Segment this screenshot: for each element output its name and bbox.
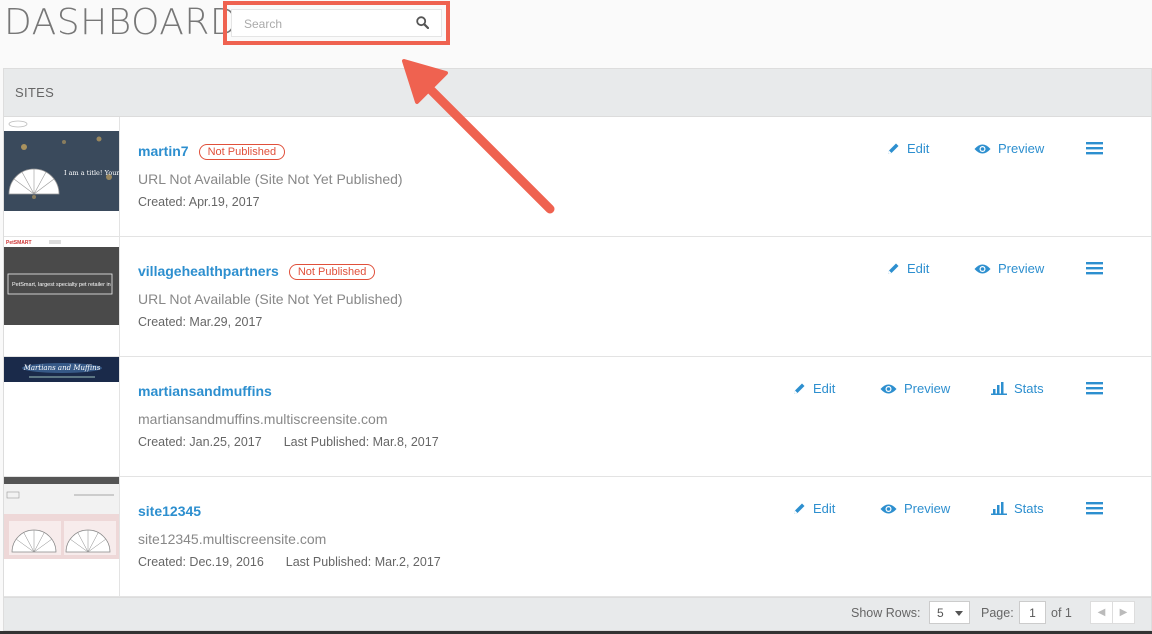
bar-chart-icon (991, 502, 1007, 515)
site-name-link[interactable]: martin7 Not Published (138, 143, 286, 160)
not-published-badge: Not Published (198, 144, 286, 160)
site-thumbnail[interactable] (4, 477, 120, 596)
site-row: Martians and Muffins martiansandmuffins … (4, 357, 1151, 477)
edit-label[interactable]: Edit (907, 141, 929, 156)
site-name[interactable]: martiansandmuffins (138, 383, 272, 399)
preview-label[interactable]: Preview (904, 381, 950, 396)
panel-title: SITES (4, 69, 1151, 117)
preview-label[interactable]: Preview (998, 141, 1044, 156)
site-name-link[interactable]: site12345 (138, 503, 201, 519)
table-footer: Show Rows: 5 Page: 1 of 1 ◀ ▶ (4, 597, 1151, 630)
bar-chart-icon (991, 382, 1007, 395)
site-name[interactable]: villagehealthpartners (138, 263, 279, 279)
site-url: martiansandmuffins.multiscreensite.com (138, 411, 388, 427)
site-url: URL Not Available (Site Not Yet Publishe… (138, 171, 403, 187)
created-text: Created: Apr.19, 2017 (138, 195, 260, 209)
thumb-text: Martians and Muffins (23, 364, 101, 372)
preview-label[interactable]: Preview (998, 261, 1044, 276)
page-label: Page: (981, 606, 1014, 620)
pencil-icon (794, 503, 805, 514)
edit-button[interactable]: Edit (886, 141, 929, 156)
edit-button[interactable]: Edit (792, 381, 835, 396)
site-thumbnail[interactable]: Martians and Muffins (4, 357, 120, 476)
not-published-badge: Not Published (288, 264, 376, 280)
site-name[interactable]: martin7 (138, 143, 189, 159)
preview-button[interactable]: Preview (974, 261, 1044, 276)
search-input[interactable] (244, 14, 404, 34)
hamburger-menu-icon[interactable] (1086, 381, 1103, 400)
preview-button[interactable]: Preview (880, 501, 950, 516)
hamburger-menu-icon[interactable] (1086, 141, 1103, 160)
svg-text:PetSMART: PetSMART (6, 240, 32, 246)
stats-button[interactable]: Stats (991, 501, 1044, 516)
edit-label[interactable]: Edit (813, 381, 835, 396)
chevron-left-icon[interactable]: ◀ (1091, 602, 1113, 623)
eye-icon (974, 264, 991, 273)
edit-label[interactable]: Edit (907, 261, 929, 276)
site-name-link[interactable]: villagehealthpartners Not Published (138, 263, 376, 280)
chevron-right-icon[interactable]: ▶ (1113, 602, 1134, 623)
thumb-text: PetSmart, largest specialty pet retailer… (12, 282, 111, 288)
page-number-input[interactable]: 1 (1019, 601, 1046, 624)
page-title: DASHBOARD (4, 2, 239, 43)
caret-down-icon[interactable] (955, 611, 963, 616)
thumb-text: I am a title! Your bakery's name goes he… (64, 169, 120, 177)
eye-icon (974, 144, 991, 153)
hamburger-menu-icon[interactable] (1086, 261, 1103, 280)
created-text: Created: Dec.19, 2016 (138, 555, 264, 569)
search-box[interactable] (231, 9, 442, 37)
eye-icon (880, 504, 897, 513)
site-name-link[interactable]: martiansandmuffins (138, 383, 272, 399)
site-name[interactable]: site12345 (138, 503, 201, 519)
site-thumbnail[interactable]: I am a title! Your bakery's name goes he… (4, 117, 120, 236)
preview-label[interactable]: Preview (904, 501, 950, 516)
created-text: Created: Jan.25, 2017 (138, 435, 262, 449)
edit-button[interactable]: Edit (792, 501, 835, 516)
site-row: PetSMART PetSmart, largest specialty pet… (4, 237, 1151, 357)
pencil-icon (888, 263, 899, 274)
created-text: Created: Mar.29, 2017 (138, 315, 263, 329)
created-date: Created: Mar.29, 2017 (138, 315, 262, 329)
last-published-text: Last Published: Mar.8, 2017 (283, 435, 439, 449)
show-rows-label: Show Rows: (851, 606, 921, 620)
sites-panel: SITES I am a title! Your bakery's name g… (3, 68, 1152, 631)
rows-per-page-select[interactable]: 5 (929, 601, 970, 624)
rows-value[interactable]: 5 (937, 606, 944, 620)
site-thumbnail[interactable]: PetSMART PetSmart, largest specialty pet… (4, 237, 120, 356)
created-date: Created: Jan.25, 2017 Last Published: Mar… (138, 435, 439, 449)
page-count-label: of 1 (1051, 606, 1072, 620)
created-date: Created: Dec.19, 2016 Last Published: Mar… (138, 555, 441, 569)
edit-label[interactable]: Edit (813, 501, 835, 516)
stats-label[interactable]: Stats (1014, 501, 1044, 516)
site-row: I am a title! Your bakery's name goes he… (4, 117, 1151, 237)
page-header: DASHBOARD (0, 0, 1152, 68)
preview-button[interactable]: Preview (974, 141, 1044, 156)
site-url: site12345.multiscreensite.com (138, 531, 327, 547)
pencil-icon (794, 383, 805, 394)
last-published-text: Last Published: Mar.2, 2017 (285, 555, 441, 569)
eye-icon (880, 384, 897, 393)
created-date: Created: Apr.19, 2017 (138, 195, 260, 209)
preview-button[interactable]: Preview (880, 381, 950, 396)
hamburger-menu-icon[interactable] (1086, 501, 1103, 520)
pagination-buttons: ◀ ▶ (1090, 601, 1135, 624)
site-row: site12345 site12345.multiscreensite.com … (4, 477, 1151, 597)
edit-button[interactable]: Edit (886, 261, 929, 276)
stats-button[interactable]: Stats (991, 381, 1044, 396)
stats-label[interactable]: Stats (1014, 381, 1044, 396)
pencil-icon (888, 143, 899, 154)
search-icon[interactable] (416, 16, 430, 34)
site-url: URL Not Available (Site Not Yet Publishe… (138, 291, 403, 307)
